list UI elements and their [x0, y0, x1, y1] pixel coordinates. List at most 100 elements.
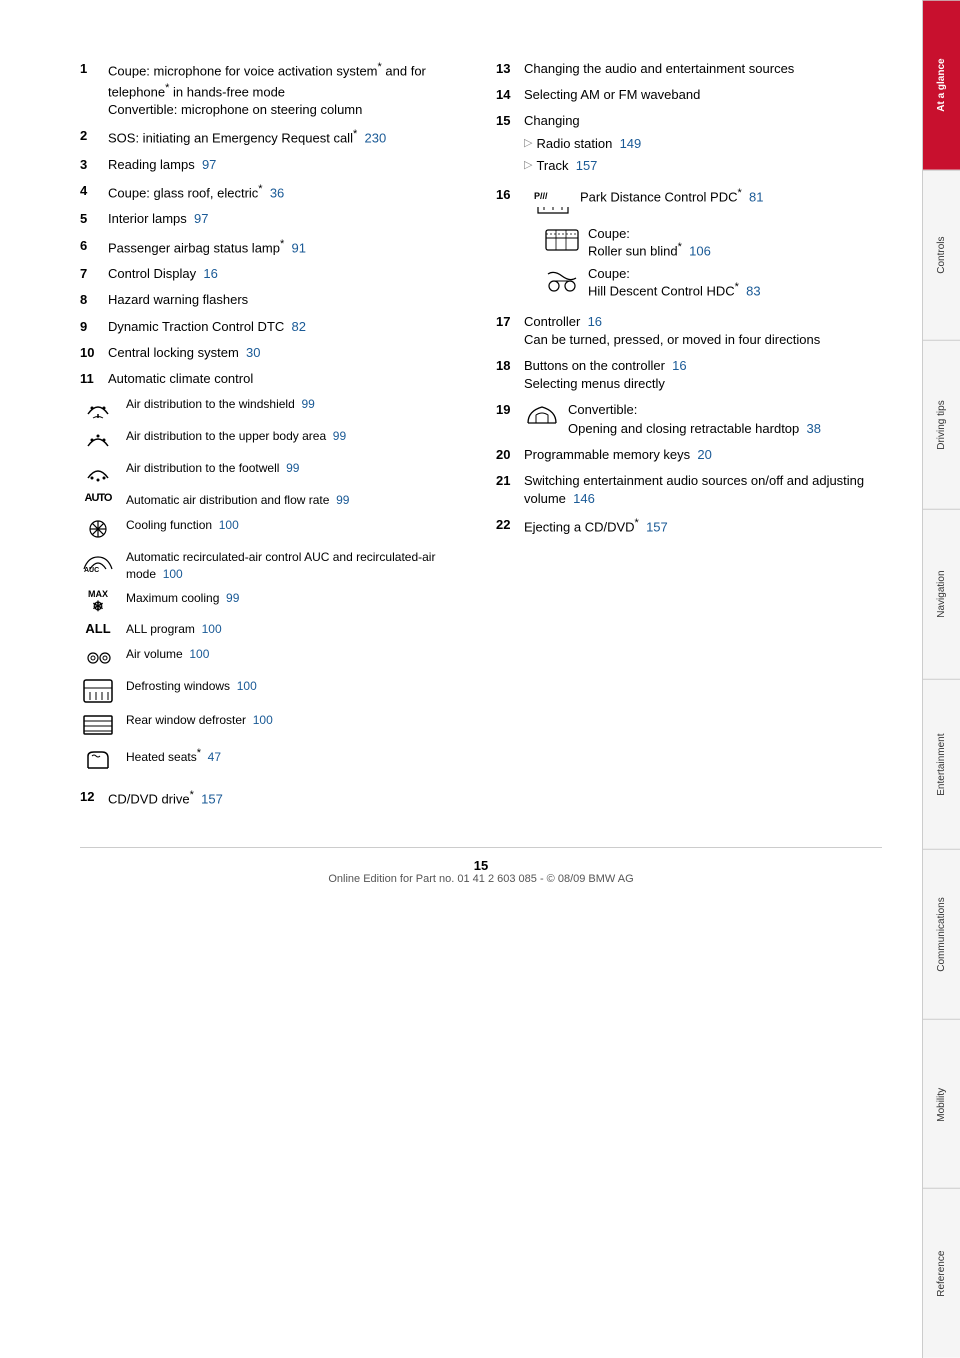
item-text: Selecting AM or FM waveband [524, 86, 882, 104]
footwell-icon [80, 460, 116, 484]
item-text: Hazard warning flashers [108, 291, 466, 309]
item-number: 1 [80, 60, 108, 119]
item-text: Coupe: glass roof, electric* 36 [108, 182, 466, 203]
upper-body-icon [80, 428, 116, 452]
item-number: 19 [496, 401, 524, 437]
climate-text: Heated seats* 47 [126, 746, 466, 766]
sub-arrow-icon: ▷ [524, 136, 532, 151]
list-item: 4 Coupe: glass roof, electric* 36 [80, 182, 466, 203]
list-item: 5 Interior lamps 97 [80, 210, 466, 228]
climate-row-max: MAX❄ Maximum cooling 99 [80, 590, 466, 613]
climate-row-footwell: Air distribution to the footwell 99 [80, 460, 466, 484]
sidebar-tab-entertainment[interactable]: Entertainment [923, 679, 960, 849]
item-number: 4 [80, 182, 108, 203]
item-text: Automatic climate control [108, 370, 466, 388]
list-item: 10 Central locking system 30 [80, 344, 466, 362]
item-number: 17 [496, 313, 524, 349]
item-text: Buttons on the controller 16 Selecting m… [524, 357, 882, 393]
climate-text: Air distribution to the upper body area … [126, 428, 466, 445]
auto-icon: AUTO [80, 492, 116, 504]
climate-row-all: ALL ALL program 100 [80, 621, 466, 638]
sidebar-tab-navigation[interactable]: Navigation [923, 509, 960, 679]
page-number: 15 [80, 858, 882, 873]
item-number: 3 [80, 156, 108, 174]
item-number: 7 [80, 265, 108, 283]
item-text: Dynamic Traction Control DTC 82 [108, 318, 466, 336]
climate-row-auc: AUC Automatic recirculated-air control A… [80, 549, 466, 583]
list-item: 6 Passenger airbag status lamp* 91 [80, 237, 466, 258]
list-item-21: 21 Switching entertainment audio sources… [496, 472, 882, 508]
heated-seats-icon [80, 746, 116, 772]
list-item: 11 Automatic climate control [80, 370, 466, 388]
sidebar-tab-communications[interactable]: Communications [923, 849, 960, 1019]
item-number: 21 [496, 472, 524, 508]
item-number: 22 [496, 516, 524, 537]
item-number: 14 [496, 86, 524, 104]
climate-text: Air distribution to the windshield 99 [126, 396, 466, 413]
item-text: Changing the audio and entertainment sou… [524, 60, 882, 78]
item-text: CD/DVD drive* 157 [108, 788, 466, 809]
list-item-14: 14 Selecting AM or FM waveband [496, 86, 882, 104]
sidebar-tab-controls[interactable]: Controls [923, 170, 960, 340]
list-item-control-display: 7 Control Display 16 [80, 265, 466, 283]
climate-text: Cooling function 100 [126, 517, 466, 534]
item-number: 18 [496, 357, 524, 393]
list-item-15: 15 Changing ▷ Radio station 149 ▷ Track … [496, 112, 882, 179]
hdc-text: Coupe:Hill Descent Control HDC* 83 [588, 266, 761, 298]
item-number: 11 [80, 370, 108, 388]
climate-text: Automatic air distribution and flow rate… [126, 492, 466, 509]
list-item-20: 20 Programmable memory keys 20 [496, 446, 882, 464]
climate-row-cooling: Cooling function 100 [80, 517, 466, 541]
item-number: 6 [80, 237, 108, 258]
list-item-13: 13 Changing the audio and entertainment … [496, 60, 882, 78]
hdc-item: Coupe:Hill Descent Control HDC* 83 [544, 266, 882, 298]
cooling-icon [80, 517, 116, 541]
item-number: 9 [80, 318, 108, 336]
roller-blind-text: Coupe:Roller sun blind* 106 [588, 226, 711, 258]
item-number: 8 [80, 291, 108, 309]
item-text: Control Display 16 [108, 265, 466, 283]
item-number: 10 [80, 344, 108, 362]
sidebar-tab-driving-tips[interactable]: Driving tips [923, 340, 960, 510]
max-icon: MAX❄ [80, 590, 116, 613]
item-text: Reading lamps 97 [108, 156, 466, 174]
auc-icon: AUC [80, 549, 116, 573]
sidebar-tab-at-a-glance[interactable]: At a glance [923, 0, 960, 170]
item-number: 16 [496, 187, 524, 202]
list-item: 9 Dynamic Traction Control DTC 82 [80, 318, 466, 336]
rear-defrost-icon [80, 712, 116, 738]
sidebar-tab-mobility[interactable]: Mobility [923, 1019, 960, 1189]
climate-row-windshield: Air distribution to the windshield 99 [80, 396, 466, 420]
item-text: Ejecting a CD/DVD* 157 [524, 516, 882, 537]
climate-row-rear-defrost: Rear window defroster 100 [80, 712, 466, 738]
pdc-icon: P/// [534, 187, 572, 218]
climate-row-auto: AUTO Automatic air distribution and flow… [80, 492, 466, 509]
list-item-17: 17 Controller 16 Can be turned, pressed,… [496, 313, 882, 349]
list-item-18: 18 Buttons on the controller 16 Selectin… [496, 357, 882, 393]
list-item: 2 SOS: initiating an Emergency Request c… [80, 127, 466, 148]
sidebar: At a glance Controls Driving tips Naviga… [922, 0, 960, 1358]
list-item-16: 16 P/// Park Di [496, 187, 882, 299]
item-number: 20 [496, 446, 524, 464]
item-number: 5 [80, 210, 108, 228]
item-text: Central locking system 30 [108, 344, 466, 362]
item-text: Controller 16 Can be turned, pressed, or… [524, 313, 882, 349]
list-item-hazard: 8 Hazard warning flashers [80, 291, 466, 309]
convertible-top-icon [524, 401, 560, 434]
item-number: 13 [496, 60, 524, 78]
climate-text: Automatic recirculated-air control AUC a… [126, 549, 466, 583]
sub-arrow-icon: ▷ [524, 158, 532, 173]
climate-text: Air distribution to the footwell 99 [126, 460, 466, 477]
list-item-12: 12 CD/DVD drive* 157 [80, 788, 466, 809]
climate-text: Maximum cooling 99 [126, 590, 466, 607]
item-text: Convertible: Opening and closing retract… [524, 401, 882, 437]
item-text: Passenger airbag status lamp* 91 [108, 237, 466, 258]
item-text: Programmable memory keys 20 [524, 446, 882, 464]
climate-row-heated-seats: Heated seats* 47 [80, 746, 466, 772]
list-item-22: 22 Ejecting a CD/DVD* 157 [496, 516, 882, 537]
item-text: Coupe: microphone for voice activation s… [108, 60, 466, 119]
list-item: 3 Reading lamps 97 [80, 156, 466, 174]
air-volume-icon [80, 646, 116, 670]
pdc-text: Park Distance Control PDC* 81 [580, 187, 763, 204]
sidebar-tab-reference[interactable]: Reference [923, 1188, 960, 1358]
